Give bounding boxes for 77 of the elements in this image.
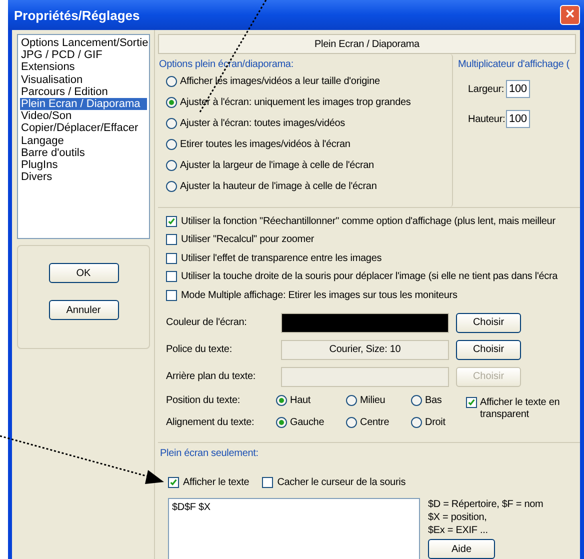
cancel-button[interactable]: Annuler bbox=[48, 300, 118, 320]
radio-label: Ajuster la largeur de l'image à celle de l'écran bbox=[180, 160, 374, 171]
radio-button[interactable] bbox=[166, 118, 177, 129]
font-display: Courier, Size: 10 bbox=[281, 340, 449, 360]
category-item[interactable]: JPG / PCD / GIF bbox=[20, 49, 147, 62]
radio-button[interactable] bbox=[166, 139, 177, 150]
field-label: Hauteur: bbox=[468, 114, 506, 124]
help-button[interactable]: Aide bbox=[428, 539, 495, 559]
field-label: Largeur: bbox=[468, 84, 506, 94]
checkbox-label: Cacher le curseur de la souris bbox=[277, 477, 406, 488]
group-title: Multiplicateur d'affichage ( bbox=[458, 59, 570, 71]
checkbox[interactable] bbox=[166, 290, 177, 301]
ok-button[interactable]: OK bbox=[48, 263, 118, 283]
radio-label: Droit bbox=[425, 416, 446, 428]
checkbox-label: Utiliser la fonction "Réechantillonner" comme option d'affichage (plus lent, mais meilleur bbox=[181, 216, 556, 227]
radio-label: Centre bbox=[360, 416, 390, 428]
category-item[interactable]: Options Lancement/Sortie bbox=[20, 37, 147, 50]
radio-button[interactable] bbox=[276, 394, 287, 406]
radio-label: Afficher les images/vidéos a leur taille d'origine bbox=[180, 76, 380, 87]
setting-label: Couleur de l'écran: bbox=[166, 317, 248, 328]
category-item[interactable]: Divers bbox=[20, 171, 147, 184]
number-field[interactable]: 100 bbox=[506, 80, 530, 98]
checkbox-label: Afficher le texte bbox=[183, 477, 250, 488]
radio-button[interactable] bbox=[166, 76, 177, 87]
radio-label: Bas bbox=[425, 394, 442, 406]
number-field[interactable]: 100 bbox=[506, 110, 530, 128]
help-text: $Ex = EXIF ... bbox=[428, 524, 489, 537]
checkbox[interactable] bbox=[168, 477, 179, 488]
radio-button[interactable] bbox=[411, 416, 422, 428]
checkbox-label: Mode Multiple affichage: Etirer les images sur tous les moniteurs bbox=[181, 290, 458, 301]
category-item[interactable]: Visualisation bbox=[20, 74, 147, 86]
choose-button[interactable]: Choisir bbox=[456, 312, 521, 332]
radio-label: Ajuster à l'écran: uniquement les images trop grandes bbox=[180, 97, 411, 108]
text-format-field[interactable]: $D$F $X bbox=[168, 498, 420, 559]
radio-button[interactable] bbox=[346, 416, 357, 428]
category-item[interactable]: Parcours / Edition bbox=[20, 86, 147, 98]
category-item[interactable]: Plein Ecran / Diaporama bbox=[20, 98, 147, 110]
group-title: Options plein écran/diaporama: bbox=[159, 59, 294, 71]
radio-label: Gauche bbox=[290, 416, 324, 428]
option-label: Position du texte: bbox=[166, 394, 242, 408]
setting-label: Arrière plan du texte: bbox=[166, 371, 257, 382]
checkbox[interactable] bbox=[262, 477, 274, 488]
radio-label: Ajuster à l'écran: toutes images/vidéos bbox=[180, 118, 346, 129]
category-item[interactable]: PlugIns bbox=[20, 159, 147, 172]
group-title: Plein écran seulement: bbox=[160, 448, 260, 460]
radio-label: Milieu bbox=[360, 394, 386, 406]
checkbox-label: Afficher le texte en transparent bbox=[480, 396, 561, 420]
checkbox-label: Utiliser la touche droite de la souris pour déplacer l'image (si elle ne tient pas dans l'écra bbox=[181, 271, 558, 282]
radio-button[interactable] bbox=[411, 394, 422, 406]
radio-label: Haut bbox=[290, 394, 311, 406]
category-item[interactable]: Copier/Déplacer/Effacer bbox=[20, 122, 147, 135]
help-text: $X = position, bbox=[428, 511, 488, 524]
option-label: Alignement du texte: bbox=[166, 416, 256, 430]
checkbox-label: Utiliser l'effet de transparence entre les images bbox=[181, 252, 382, 264]
radio-button[interactable] bbox=[276, 416, 287, 428]
radio-button[interactable] bbox=[166, 97, 177, 108]
category-item[interactable]: Video/Son bbox=[20, 110, 147, 122]
category-item[interactable]: Langage bbox=[20, 134, 147, 147]
page-header: Plein Ecran / Diaporama bbox=[158, 34, 576, 54]
checkbox[interactable] bbox=[166, 234, 177, 246]
window-title: Propriétés/Réglages bbox=[14, 8, 140, 22]
radio-button[interactable] bbox=[166, 181, 177, 192]
choose-button[interactable]: Choisir bbox=[456, 340, 521, 360]
checkbox[interactable] bbox=[166, 216, 177, 227]
checkbox[interactable] bbox=[466, 396, 477, 408]
checkbox-label: Utiliser "Recalcul" pour zoomer bbox=[181, 234, 314, 246]
radio-label: Etirer toutes les images/vidéos à l'écran bbox=[180, 139, 350, 150]
radio-button[interactable] bbox=[346, 394, 357, 406]
setting-label: Police du texte: bbox=[166, 344, 233, 355]
category-item[interactable]: Extensions bbox=[20, 61, 147, 74]
checkbox[interactable] bbox=[166, 271, 177, 282]
checkbox[interactable] bbox=[166, 252, 177, 264]
radio-button[interactable] bbox=[166, 160, 177, 171]
close-button[interactable]: × bbox=[560, 5, 580, 25]
help-text: $D = Répertoire, $F = nom bbox=[428, 498, 544, 511]
radio-label: Ajuster la hauteur de l'image à celle de l'écran bbox=[180, 181, 377, 192]
category-item[interactable]: Barre d'outils bbox=[20, 146, 147, 160]
